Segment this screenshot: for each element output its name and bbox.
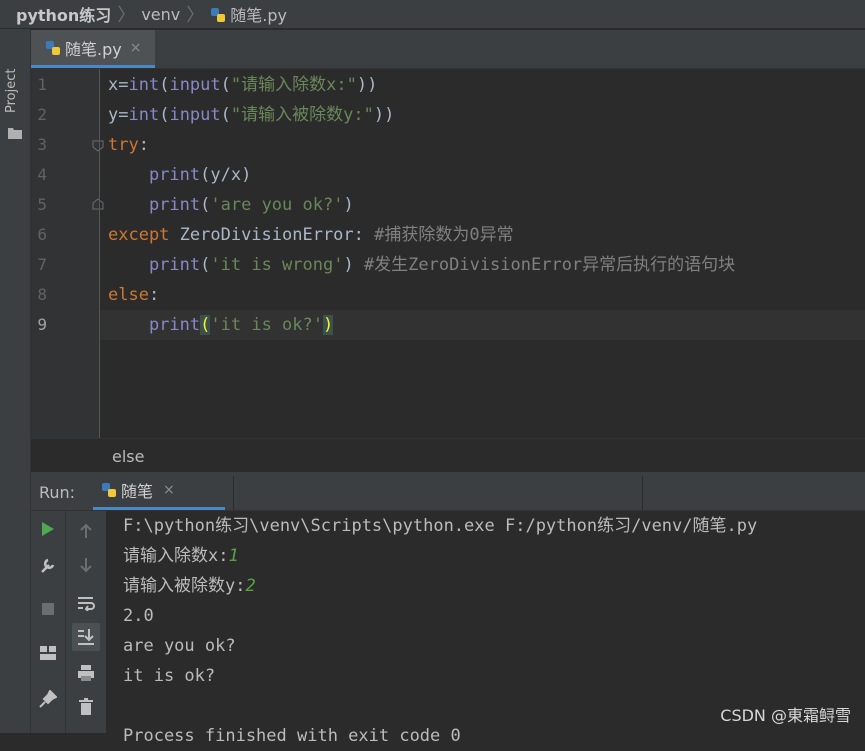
breadcrumb-file[interactable]: 随笔.py [204,2,293,26]
python-file-icon [46,40,60,55]
stop-icon[interactable] [34,595,62,623]
run-console[interactable]: F:\python练习\venv\Scripts\python.exe F:/p… [31,511,865,746]
console-line: 2.0 [123,606,154,626]
gutter-separator [99,69,100,438]
code-line: except ZeroDivisionError: #捕获除数为0异常 [108,225,514,245]
console-finish-line: Process finished with exit code 0 [123,726,461,746]
code-line: y=int(input("请输入被除数y:")) [108,105,395,125]
console-line: are you ok? [123,636,236,656]
code-line: try: [108,135,149,155]
code-line-current: print('it is ok?') [148,315,334,335]
chevron-right-icon: 〉 [186,5,205,26]
arrow-up-icon[interactable] [72,517,100,545]
breadcrumb-file-label: 随笔.py [230,6,287,25]
fold-marker-icon[interactable] [92,140,104,152]
python-file-icon [211,8,226,22]
line-number-gutter: 1 2 3 4 5 6 7 8 9 [31,69,104,438]
line-number: 7 [37,255,47,274]
code-line: else: [108,285,160,305]
line-number: 2 [37,105,47,124]
console-line: it is ok? [123,666,216,686]
breadcrumb-folder[interactable]: venv [135,5,186,24]
panel-divider [233,476,234,510]
line-number-current: 9 [37,315,47,334]
fold-end-marker-icon[interactable] [92,198,104,210]
code-structure-breadcrumb: else [31,438,865,473]
console-user-input: 2 [245,576,256,596]
code-line: print(y/x) [148,165,252,185]
trash-icon[interactable] [72,693,100,721]
scroll-to-end-icon[interactable] [72,623,100,651]
console-line: 请输入被除数y:2 [123,576,256,596]
layout-icon[interactable] [34,639,62,667]
line-number: 8 [37,285,47,304]
code-line: print('it is wrong') #发生ZeroDivisionErro… [148,255,736,275]
run-tab-label: 随笔 [121,481,154,501]
editor-tab-bar: 随笔.py × [31,30,865,69]
navigation-breadcrumb: python练习 〉 venv 〉 随笔.py [0,0,865,29]
console-user-input: 1 [228,546,239,566]
code-breadcrumb-item[interactable]: else [112,447,144,466]
line-number: 5 [37,195,47,214]
folder-icon[interactable] [8,127,22,139]
print-icon[interactable] [72,659,100,687]
line-number: 1 [37,75,47,94]
line-number: 6 [37,225,47,244]
editor-tab-file[interactable]: 随笔.py × [31,30,155,68]
watermark: CSDN @東霜鲟雪 [720,706,851,725]
pin-icon[interactable] [34,685,62,713]
console-line: 请输入除数x:1 [123,546,239,566]
panel-divider [642,476,643,510]
close-icon[interactable]: × [163,482,175,498]
run-panel-header: Run: 随笔 × [31,472,865,511]
line-number: 4 [37,165,47,184]
run-toolbar-secondary [66,511,106,733]
close-icon[interactable]: × [130,40,142,56]
run-toolbar-primary [31,511,66,733]
wrench-icon[interactable] [34,551,62,579]
breadcrumb-project[interactable]: python练习 [0,2,117,26]
chevron-right-icon: 〉 [117,5,136,26]
arrow-down-icon[interactable] [72,551,100,579]
left-tool-strip: Project [0,29,31,733]
code-line: x=int(input("请输入除数x:")) [108,75,378,95]
line-number: 3 [37,135,47,154]
run-panel-title: Run: [39,483,76,502]
python-run-icon [102,482,116,497]
code-editor[interactable]: 1 2 3 4 5 6 7 8 9 x=int(input("请输入除数x:")… [31,69,865,438]
code-line: print('are you ok?') [148,195,354,215]
soft-wrap-icon[interactable] [72,589,100,617]
editor-tab-label: 随笔.py [65,39,122,59]
rerun-icon[interactable] [34,515,62,543]
console-command-line: F:\python练习\venv\Scripts\python.exe F:/p… [123,516,758,536]
project-tool-button[interactable]: Project [4,69,26,129]
run-config-tab[interactable]: 随笔 × [93,472,225,510]
